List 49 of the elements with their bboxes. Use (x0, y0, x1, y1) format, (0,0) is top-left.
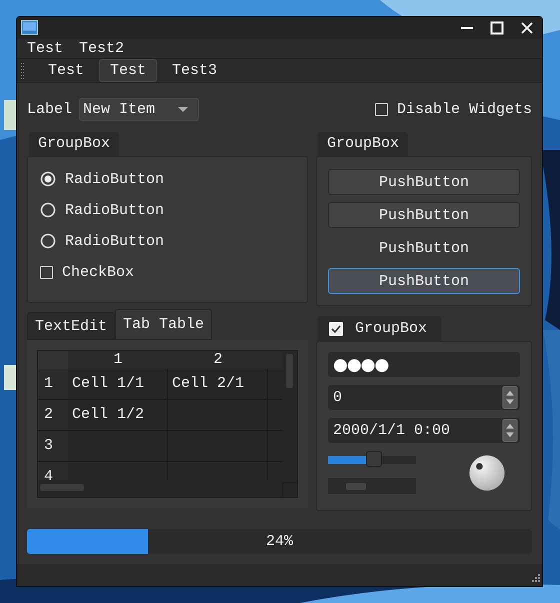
push-button[interactable]: PushButton (328, 169, 520, 196)
spin-arrows-icon[interactable] (502, 419, 518, 442)
menu-item[interactable]: Test2 (79, 40, 124, 58)
slider-handle[interactable] (366, 451, 382, 468)
radio-button[interactable] (40, 233, 56, 250)
tab[interactable]: Tab Table (115, 309, 212, 340)
dial[interactable] (468, 454, 506, 492)
option-label: RadioButton (65, 202, 164, 219)
group-title: GroupBox (29, 132, 120, 156)
date-time-field[interactable]: 2000/1/1 0:00 (328, 418, 520, 444)
row-header: 3 (38, 431, 68, 462)
group-title: GroupBox (318, 132, 408, 156)
table-cell: Cell 1/2 (68, 400, 168, 430)
checkbox[interactable] (40, 266, 53, 279)
row-header: 1 (38, 369, 68, 400)
scrollbar[interactable] (328, 478, 416, 494)
toolbar-button[interactable]: Test (99, 59, 158, 82)
row-header: 4 (38, 462, 68, 480)
table-cell: Cell 1/1 (68, 369, 168, 400)
maximize-icon[interactable] (490, 20, 504, 35)
column-header: 2 (212, 351, 224, 370)
spin-box[interactable]: 0 (328, 385, 520, 410)
checkbox[interactable] (374, 103, 388, 116)
progress-reading: 24% (264, 532, 294, 552)
row-header: 2 (38, 400, 68, 430)
toolbar-button[interactable]: Test3 (161, 59, 228, 82)
option-label: RadioButton (65, 170, 164, 188)
tab[interactable]: TextEdit (27, 312, 116, 340)
option-label: RadioButton (65, 232, 164, 250)
close-icon[interactable] (520, 20, 534, 35)
table-cell: Cell 2/1 (168, 369, 268, 400)
option-label: CheckBox (62, 264, 134, 281)
radio-button[interactable] (40, 202, 56, 218)
combo-box[interactable]: New Item (79, 98, 200, 122)
group-title: GroupBox (355, 319, 428, 338)
column-header: 1 (112, 351, 124, 370)
combo-label: Label (27, 101, 72, 118)
slider[interactable] (328, 451, 416, 470)
app-icon (21, 20, 38, 36)
checkbox-label: Disable Widgets (396, 101, 532, 118)
spin-arrows-icon[interactable] (502, 386, 518, 410)
radio-button[interactable] (40, 171, 56, 188)
push-button[interactable]: PushButton (328, 202, 520, 228)
push-button[interactable]: PushButton (328, 268, 520, 294)
password-field[interactable]: ●●●● (328, 352, 520, 378)
toolbar-button[interactable]: Test (37, 59, 96, 82)
resize-grip-icon[interactable] (530, 574, 540, 584)
menu-item[interactable]: Test (27, 40, 64, 58)
push-button[interactable]: PushButton (328, 235, 520, 262)
